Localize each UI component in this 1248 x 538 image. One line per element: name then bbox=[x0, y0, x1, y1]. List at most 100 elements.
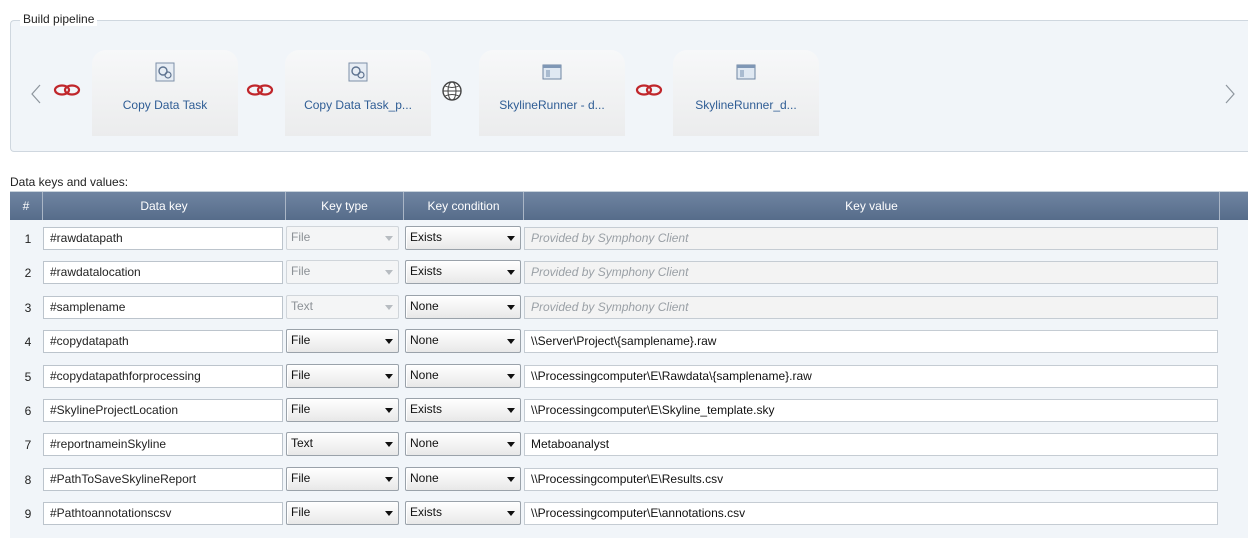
data-key-input[interactable]: #PathToSaveSkylineReport bbox=[43, 467, 283, 491]
row-number: 1 bbox=[24, 232, 32, 246]
key-type-value: File bbox=[291, 333, 311, 348]
data-key-input[interactable]: #copydatapath bbox=[43, 330, 283, 354]
key-condition-value: None bbox=[410, 333, 439, 348]
key-condition-value: None bbox=[410, 367, 439, 382]
key-type-select[interactable]: File bbox=[286, 363, 399, 388]
dropdown-arrow-icon bbox=[385, 339, 393, 345]
key-value-input[interactable]: \\Processingcomputer\E\annotations.csv bbox=[524, 502, 1218, 526]
pipeline-step-label: SkylineRunner - d... bbox=[499, 98, 605, 112]
chevron-left-icon[interactable] bbox=[29, 83, 43, 105]
dropdown-arrow-icon bbox=[385, 373, 393, 379]
key-type-select: File bbox=[286, 260, 399, 285]
dropdown-arrow-icon bbox=[385, 476, 393, 482]
column-header-num: # bbox=[10, 192, 43, 220]
pipeline-step-skylinerunner-1[interactable]: SkylineRunner - d... bbox=[479, 50, 625, 136]
dropdown-arrow-icon bbox=[385, 442, 393, 448]
dropdown-arrow-icon bbox=[507, 442, 515, 448]
link-icon bbox=[246, 84, 274, 96]
key-type-value: File bbox=[291, 230, 311, 244]
key-condition-select[interactable]: None bbox=[405, 329, 521, 354]
key-condition-value: None bbox=[410, 436, 439, 451]
data-key-input[interactable]: #Pathtoannotationscsv bbox=[43, 502, 283, 526]
pipeline-step-copy-data-task-p[interactable]: Copy Data Task_p... bbox=[285, 50, 431, 136]
table-row: 8 #PathToSaveSkylineReport File None \\Proce… bbox=[10, 462, 1248, 496]
table-row: 3 #samplename Text None Provided by Symphony… bbox=[10, 290, 1248, 324]
key-type-select[interactable]: Text bbox=[286, 432, 399, 457]
dropdown-arrow-icon bbox=[507, 339, 515, 345]
dropdown-arrow-icon bbox=[507, 270, 515, 276]
row-number: 2 bbox=[24, 266, 32, 281]
table-row: 1 #rawdatapath File Exists Provided by Symph… bbox=[10, 221, 1248, 255]
copy-data-task-icon bbox=[155, 62, 175, 82]
key-condition-value: Exists bbox=[410, 230, 443, 244]
data-key-input[interactable]: #samplename bbox=[43, 295, 283, 319]
pipeline-step-skylinerunner-2[interactable]: SkylineRunner_d... bbox=[673, 50, 819, 136]
chevron-right-icon[interactable] bbox=[1223, 83, 1237, 105]
data-key-input[interactable]: #copydatapathforprocessing bbox=[43, 364, 283, 388]
key-condition-select[interactable]: None bbox=[405, 363, 521, 388]
key-condition-value: Exists bbox=[410, 264, 443, 279]
dropdown-arrow-icon bbox=[507, 408, 515, 413]
table-row: 7 #reportnameinSkyline Text None Metaboanaly… bbox=[10, 427, 1248, 461]
table-row: 6 #SkylineProjectLocation File Exists \\Proc… bbox=[10, 393, 1248, 427]
copy-data-task-icon bbox=[348, 62, 368, 82]
key-type-value: File bbox=[291, 264, 311, 279]
dropdown-arrow-icon bbox=[507, 511, 515, 517]
row-number: 5 bbox=[24, 369, 32, 384]
table-row: 5 #copydatapathforprocessing File None \\Pro… bbox=[10, 359, 1248, 393]
key-condition-select[interactable]: Exists bbox=[405, 501, 521, 526]
window-app-icon bbox=[542, 64, 562, 80]
key-type-select[interactable]: File bbox=[286, 398, 399, 422]
dropdown-arrow-icon bbox=[385, 236, 393, 241]
data-key-input[interactable]: #reportnameinSkyline bbox=[43, 433, 283, 457]
data-keys-table: # Data key Key type Key condition Key va… bbox=[10, 191, 1248, 538]
key-value-input[interactable]: \\Processingcomputer\E\Rawdata\{samplena… bbox=[524, 364, 1218, 388]
key-type-select: File bbox=[286, 226, 399, 250]
dropdown-arrow-icon bbox=[385, 511, 393, 517]
key-value-input[interactable]: \\Processingcomputer\E\Skyline_template.… bbox=[524, 399, 1218, 422]
data-key-input[interactable]: #SkylineProjectLocation bbox=[43, 399, 283, 422]
table-row: 9 #Pathtoannotationscsv File Exists \\Proces… bbox=[10, 496, 1248, 530]
key-type-select[interactable]: File bbox=[286, 501, 399, 526]
row-number: 9 bbox=[24, 507, 32, 522]
dropdown-arrow-icon bbox=[385, 270, 393, 276]
data-key-input[interactable]: #rawdatalocation bbox=[43, 261, 283, 285]
key-condition-select[interactable]: Exists bbox=[405, 226, 521, 250]
key-value-input: Provided by Symphony Client bbox=[524, 295, 1218, 319]
table-header: # Data key Key type Key condition Key va… bbox=[10, 192, 1248, 220]
table-row: 2 #rawdatalocation File Exists Provided by S… bbox=[10, 255, 1248, 289]
row-number: 3 bbox=[24, 300, 32, 315]
key-value-input[interactable]: Metaboanalyst bbox=[524, 433, 1218, 457]
pipeline-step-label: Copy Data Task bbox=[122, 98, 208, 112]
key-value-input: Provided by Symphony Client bbox=[524, 227, 1218, 250]
window-app-icon bbox=[736, 64, 756, 80]
key-value-input: Provided by Symphony Client bbox=[524, 261, 1218, 285]
dropdown-arrow-icon bbox=[507, 304, 515, 310]
column-header-key-type: Key type bbox=[286, 192, 404, 220]
key-condition-select[interactable]: None bbox=[405, 466, 521, 491]
link-icon bbox=[635, 84, 663, 96]
column-header-spacer bbox=[1220, 192, 1248, 220]
data-key-input[interactable]: #rawdatapath bbox=[43, 227, 283, 250]
pipeline-step-copy-data-task[interactable]: Copy Data Task bbox=[92, 50, 238, 136]
pipeline-step-label: Copy Data Task_p... bbox=[304, 98, 412, 112]
dropdown-arrow-icon bbox=[385, 304, 393, 310]
row-number: 7 bbox=[24, 438, 32, 453]
key-condition-value: Exists bbox=[410, 402, 443, 416]
key-condition-value: None bbox=[410, 470, 439, 485]
row-number: 6 bbox=[24, 404, 32, 418]
key-value-input[interactable]: \\Server\Project\{samplename}.raw bbox=[524, 330, 1218, 354]
key-type-select[interactable]: File bbox=[286, 466, 399, 491]
key-condition-select[interactable]: None bbox=[405, 294, 521, 319]
globe-icon bbox=[442, 81, 462, 101]
key-type-value: File bbox=[291, 470, 311, 485]
key-condition-select[interactable]: Exists bbox=[405, 398, 521, 422]
dropdown-arrow-icon bbox=[507, 236, 515, 241]
key-type-value: Text bbox=[291, 436, 314, 451]
key-type-select[interactable]: File bbox=[286, 329, 399, 354]
key-condition-value: None bbox=[410, 298, 439, 313]
key-value-input[interactable]: \\Processingcomputer\E\Results.csv bbox=[524, 467, 1218, 491]
key-condition-select[interactable]: None bbox=[405, 432, 521, 457]
key-type-value: File bbox=[291, 367, 311, 382]
key-condition-select[interactable]: Exists bbox=[405, 260, 521, 285]
